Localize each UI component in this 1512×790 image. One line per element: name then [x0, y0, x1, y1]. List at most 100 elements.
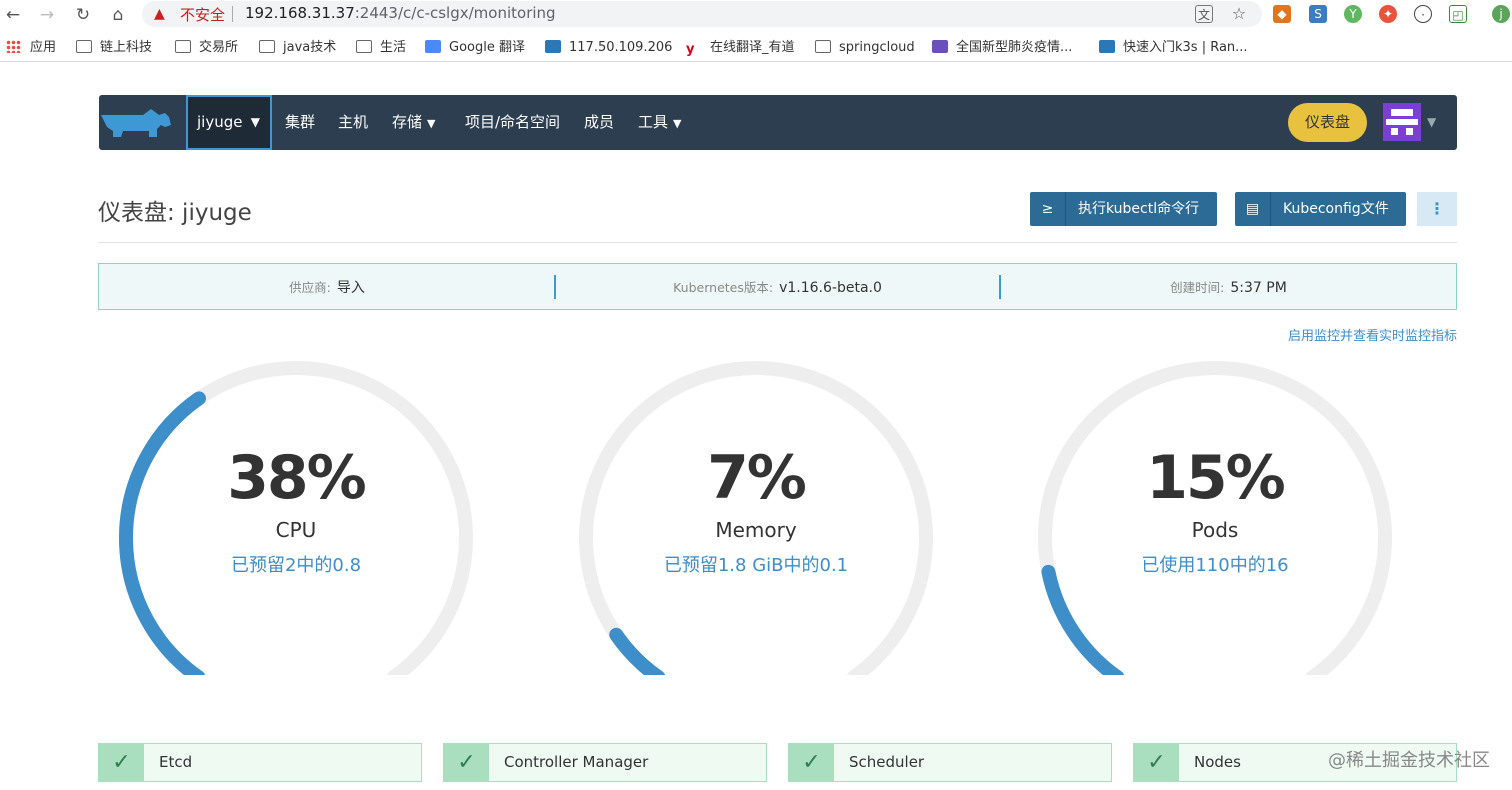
- bookmark-folder[interactable]: java技术: [259, 38, 336, 58]
- provider-value: 导入: [336, 280, 365, 296]
- more-actions-button[interactable]: ⋮: [1417, 192, 1457, 226]
- bookmark-apps[interactable]: 应用: [6, 38, 56, 58]
- rancher-logo-icon[interactable]: [99, 103, 175, 143]
- kubectl-button[interactable]: ≥ 执行kubectl命令行: [1030, 192, 1217, 226]
- watermark: @稀土掘金技术社区: [1328, 750, 1490, 771]
- memory-gauge-arc: [579, 361, 933, 675]
- bookmark-folder[interactable]: 生活: [356, 38, 406, 58]
- folder-icon: [356, 40, 372, 53]
- provider-info: 供应商: 导入: [99, 264, 555, 309]
- pods-label: Pods: [1191, 518, 1239, 542]
- pods-gauge-fill: [1041, 564, 1125, 675]
- nav-storage[interactable]: 存储 ▼: [392, 95, 435, 150]
- kubeconfig-button[interactable]: ▤ Kubeconfig文件: [1235, 192, 1406, 226]
- star-icon[interactable]: ☆: [1230, 5, 1248, 23]
- browser-toolbar: ← → ↻ ⌂ ▲ 不安全 192.168.31.37:2443/c/c-csl…: [0, 0, 1512, 30]
- nav-members[interactable]: 成员: [584, 95, 614, 150]
- cluster-name: jiyuge: [197, 113, 243, 131]
- bookmark-google-translate[interactable]: Google 翻译: [425, 38, 525, 58]
- translate-icon[interactable]: 文: [1195, 5, 1213, 23]
- extension-network-icon[interactable]: ✦: [1379, 5, 1397, 23]
- nav-storage-label: 存储: [392, 113, 423, 131]
- bookmark-k3s[interactable]: 快速入门k3s | Ran...: [1099, 38, 1248, 58]
- cluster-info-bar: 供应商: 导入 Kubernetes版本: v1.16.6-beta.0 创建时间:…: [98, 263, 1457, 310]
- reload-icon[interactable]: ↻: [72, 4, 94, 26]
- warning-icon: ▲: [154, 6, 165, 22]
- pods-gauge: 15% Pods 已使用110中的16: [1030, 355, 1400, 675]
- folder-icon: [175, 40, 191, 53]
- bookmark-label: 117.50.109.206: [569, 40, 673, 55]
- bookmark-label: 全国新型肺炎疫情...: [956, 40, 1073, 55]
- memory-percent: 7%: [707, 443, 807, 513]
- file-icon: ▤: [1235, 192, 1271, 226]
- url-text[interactable]: 192.168.31.37:2443/c/c-cslgx/monitoring: [245, 4, 556, 22]
- k8s-version-label: Kubernetes版本:: [673, 280, 774, 295]
- cpu-label: CPU: [275, 518, 317, 542]
- page-title: 仪表盘: jiyuge: [98, 200, 252, 226]
- folder-icon: [76, 40, 92, 53]
- check-icon: ✓: [99, 744, 144, 781]
- epidemic-icon: [932, 40, 948, 53]
- created-info: 创建时间: 5:37 PM: [1001, 264, 1456, 309]
- cpu-percent: 38%: [227, 443, 367, 513]
- nav-hosts[interactable]: 主机: [338, 95, 368, 150]
- extension-y-icon[interactable]: Y: [1344, 5, 1362, 23]
- extension-puzzle-icon[interactable]: ◰: [1449, 5, 1467, 23]
- provider-label: 供应商:: [289, 280, 331, 295]
- nav-projects[interactable]: 项目/命名空间: [465, 95, 560, 150]
- apps-grid-icon: [6, 40, 22, 53]
- created-value: 5:37 PM: [1230, 280, 1287, 296]
- bookmark-label: 交易所: [199, 40, 239, 55]
- status-label: Scheduler: [849, 753, 925, 771]
- url-divider: [232, 6, 233, 22]
- bookmark-label: 在线翻译_有道: [710, 40, 795, 55]
- extension-code-icon[interactable]: ·: [1414, 5, 1432, 23]
- extension-s-icon[interactable]: S: [1309, 5, 1327, 23]
- bookmark-label: 应用: [30, 40, 57, 55]
- bookmark-label: 快速入门k3s | Ran...: [1123, 40, 1248, 55]
- status-label: Nodes: [1194, 753, 1241, 771]
- bookmark-label: Google 翻译: [449, 40, 525, 55]
- pods-detail: 已使用110中的16: [1141, 555, 1289, 576]
- bookmark-ip[interactable]: 117.50.109.206: [545, 38, 672, 58]
- kubectl-label: 执行kubectl命令行: [1078, 201, 1200, 217]
- bookmark-folder[interactable]: springcloud: [815, 38, 915, 58]
- enable-monitoring-link[interactable]: 启用监控并查看实时监控指标: [1288, 325, 1457, 344]
- divider: [98, 242, 1457, 243]
- home-icon[interactable]: ⌂: [107, 4, 129, 26]
- dashboard-button[interactable]: 仪表盘: [1288, 103, 1367, 142]
- user-avatar[interactable]: [1383, 103, 1421, 141]
- cpu-gauge: 38% CPU 已预留2中的0.8: [111, 355, 481, 675]
- nav-clusters[interactable]: 集群: [285, 95, 315, 150]
- rancher-icon: [1099, 40, 1115, 53]
- chevron-down-icon: ▼: [250, 115, 260, 129]
- k8s-version-value: v1.16.6-beta.0: [779, 280, 882, 296]
- profile-icon[interactable]: j: [1492, 5, 1510, 23]
- status-scheduler: ✓ Scheduler: [788, 743, 1112, 782]
- bookmark-label: springcloud: [839, 40, 915, 55]
- k8s-version-info: Kubernetes版本: v1.16.6-beta.0: [556, 264, 999, 309]
- folder-icon: [815, 40, 831, 53]
- cluster-selector[interactable]: jiyuge ▼: [186, 95, 272, 150]
- folder-icon: [259, 40, 275, 53]
- kubeconfig-label: Kubeconfig文件: [1283, 201, 1389, 217]
- app-header: jiyuge ▼ 集群 主机 存储 ▼ 项目/命名空间 成员 工具 ▼ 仪表盘 ▼: [99, 95, 1457, 150]
- url-bar[interactable]: ▲ 不安全 192.168.31.37:2443/c/c-cslgx/monit…: [142, 1, 1262, 27]
- chevron-down-icon[interactable]: ▼: [1427, 95, 1436, 150]
- forward-icon[interactable]: →: [36, 4, 58, 26]
- bookmark-folder[interactable]: 交易所: [175, 38, 238, 58]
- pods-gauge-arc: [1038, 361, 1392, 675]
- bookmark-youdao[interactable]: y 在线翻译_有道: [686, 38, 795, 58]
- back-icon[interactable]: ←: [2, 4, 24, 26]
- bookmarks-bar: 应用 链上科技 交易所 java技术 生活 Google 翻译 117.50.1…: [0, 34, 1512, 62]
- status-label: Controller Manager: [504, 753, 649, 771]
- bookmark-folder[interactable]: 链上科技: [76, 38, 152, 58]
- security-warning[interactable]: 不安全: [180, 4, 225, 25]
- nav-tools[interactable]: 工具 ▼: [638, 95, 681, 150]
- bookmark-label: java技术: [283, 40, 337, 55]
- bookmark-label: 链上科技: [100, 40, 153, 55]
- metamask-icon[interactable]: ◆: [1273, 5, 1291, 23]
- bookmark-epidemic[interactable]: 全国新型肺炎疫情...: [932, 38, 1072, 58]
- rancher-icon: [545, 40, 561, 53]
- status-label: Etcd: [159, 753, 193, 771]
